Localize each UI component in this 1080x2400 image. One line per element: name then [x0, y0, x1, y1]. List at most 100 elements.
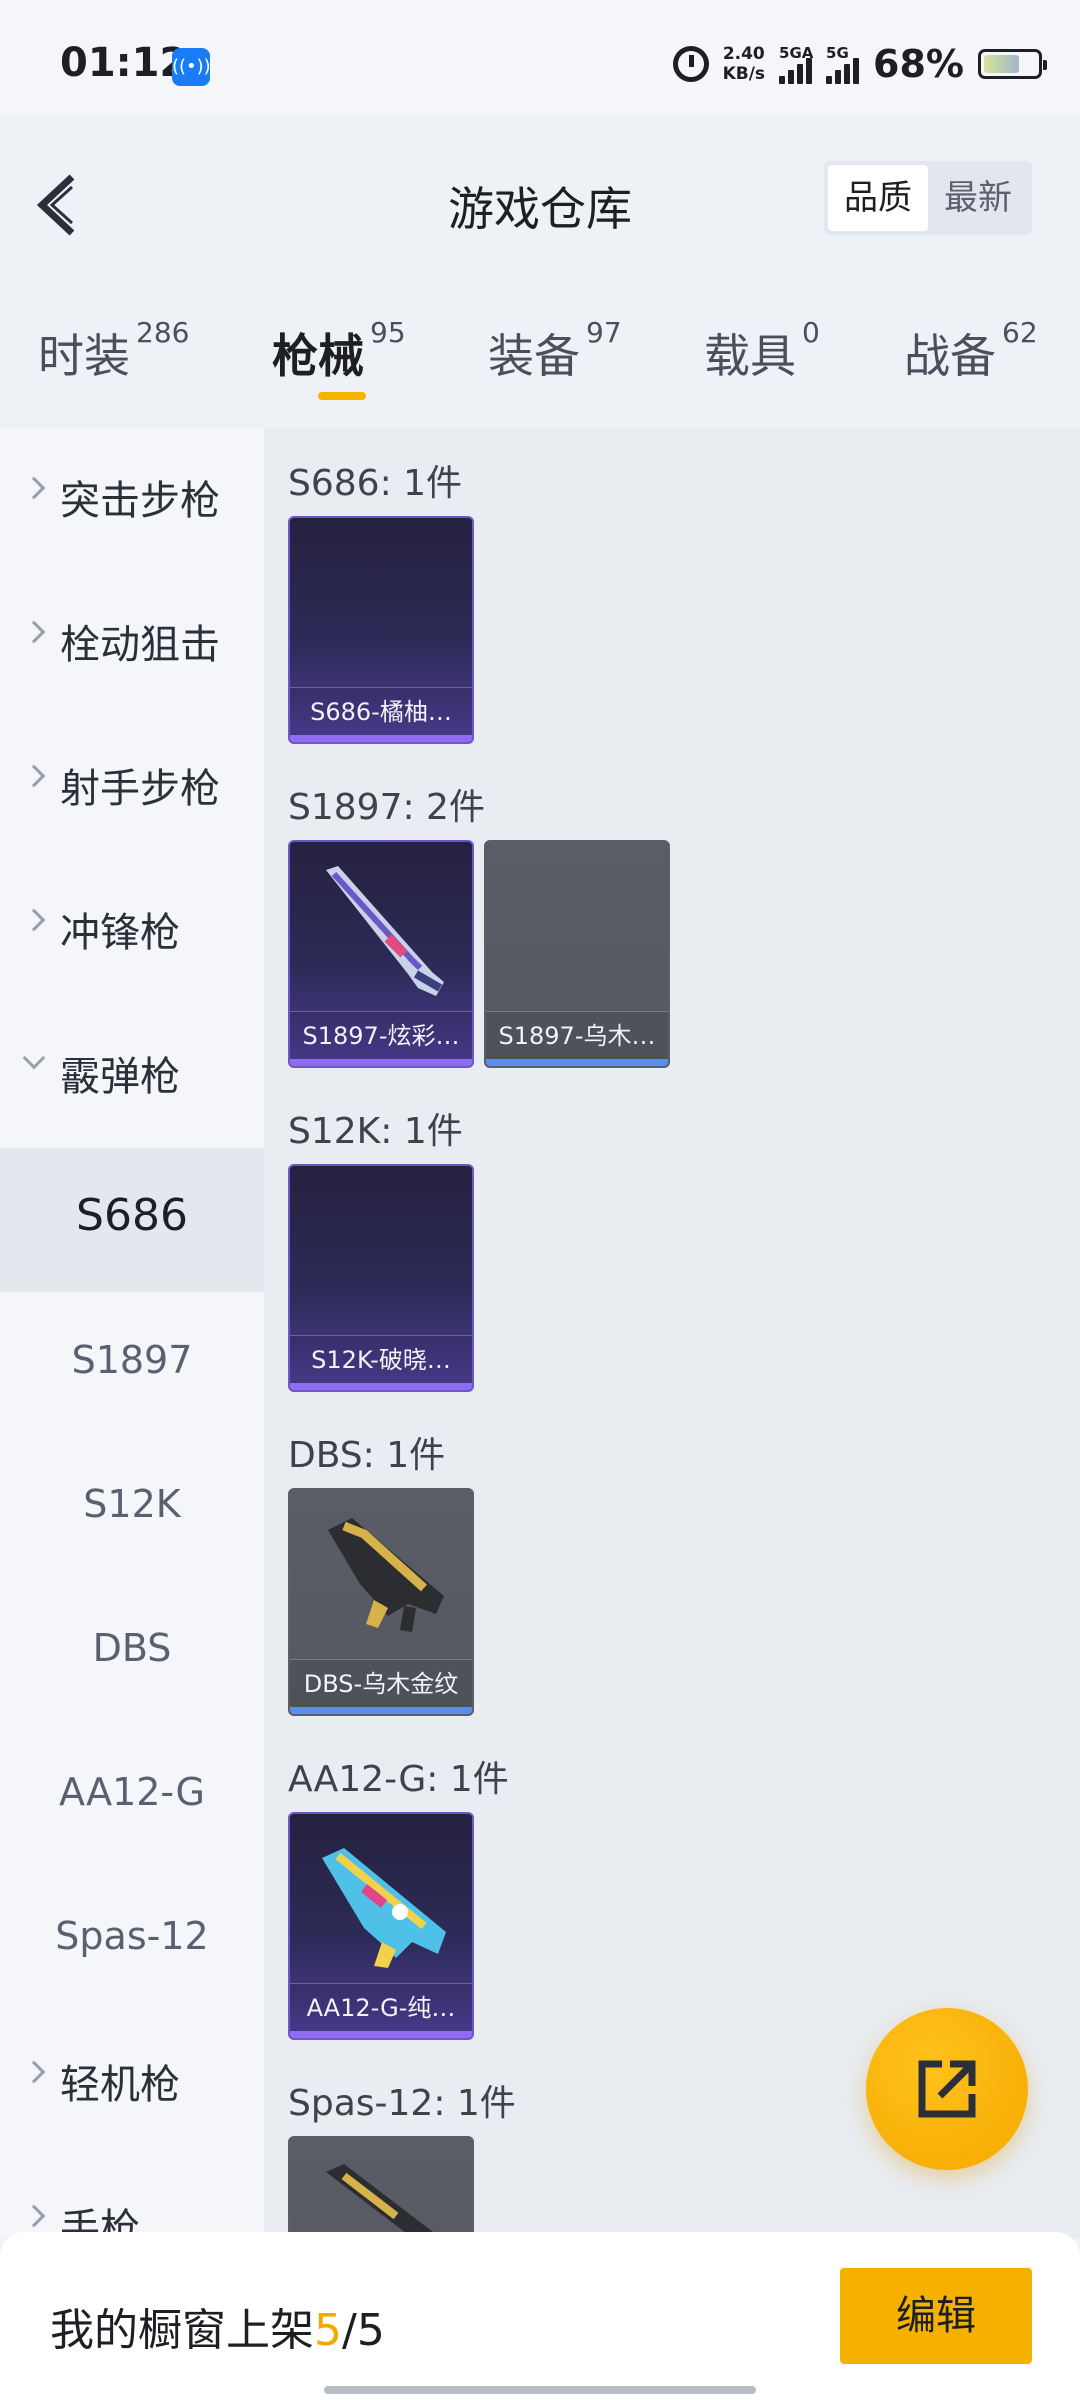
quality-bar — [290, 1059, 472, 1066]
tab-fashion[interactable]: 时装 286 — [38, 316, 189, 386]
tab-equipment[interactable]: 装备 97 — [488, 316, 622, 386]
group-title: AA12-G: 1件 — [288, 1759, 509, 1800]
sidebar-item-label: 轻机枪 — [60, 2062, 180, 2108]
tab-label: 枪械 — [272, 329, 364, 383]
sidebar-item-label: DBS — [92, 1626, 172, 1670]
tab-supplies[interactable]: 战备 62 — [904, 316, 1038, 386]
showcase-bar: 我的橱窗上架5/5 编辑 — [0, 2232, 1080, 2400]
app-header: 游戏仓库 品质 最新 — [0, 115, 1080, 285]
active-tab-indicator — [318, 392, 366, 400]
chevron-right-icon — [22, 476, 46, 500]
sidebar-item-label: 冲锋枪 — [60, 910, 180, 956]
weapon-card[interactable]: S1897-炫彩… — [288, 840, 474, 1068]
showcase-label: 我的橱窗上架 — [50, 2305, 314, 2356]
sort-latest-button[interactable]: 最新 — [928, 165, 1028, 231]
chevron-right-icon — [22, 2060, 46, 2084]
battery-icon — [978, 49, 1047, 79]
signal-sim2-icon: 5G — [826, 44, 860, 84]
sort-quality-button[interactable]: 品质 — [828, 165, 928, 231]
sidebar-item-lmg[interactable]: 轻机枪 — [0, 2012, 264, 2156]
home-indicator[interactable] — [324, 2386, 756, 2394]
tab-count: 286 — [136, 316, 190, 349]
sidebar-subitem-s1897[interactable]: S1897 — [0, 1292, 264, 1436]
sidebar-item-label: S1897 — [71, 1338, 193, 1382]
sidebar-item-bolt-sniper[interactable]: 栓动狙击 — [0, 572, 264, 716]
sidebar-item-label: S12K — [83, 1482, 181, 1526]
quality-bar — [290, 1707, 472, 1714]
tab-label: 战备 — [904, 329, 996, 383]
spas-gun-icon — [326, 2164, 441, 2238]
chevron-right-icon — [22, 764, 46, 788]
weapon-name: DBS-乌木金纹 — [290, 1659, 472, 1707]
quality-bar — [290, 2031, 472, 2038]
weapon-group-s686: S686: 1件 S686-橘柚… — [288, 454, 474, 744]
group-title: DBS: 1件 — [288, 1435, 446, 1476]
weapon-name: AA12-G-纯… — [290, 1983, 472, 2031]
tab-count: 95 — [370, 316, 406, 349]
sidebar-item-marksman-rifle[interactable]: 射手步枪 — [0, 716, 264, 860]
aa12-gun-icon — [322, 1848, 446, 1968]
sort-toggle: 品质 最新 — [824, 161, 1032, 235]
tab-label: 时装 — [38, 329, 130, 383]
sidebar-item-label: AA12-G — [59, 1770, 205, 1814]
group-title: S12K: 1件 — [288, 1111, 463, 1152]
showcase-total-count: /5 — [342, 2305, 385, 2356]
chevron-down-icon — [22, 1046, 46, 1070]
sidebar-subitem-dbs[interactable]: DBS — [0, 1580, 264, 1724]
weapon-name: S1897-炫彩… — [290, 1011, 472, 1059]
weapon-name: S1897-乌木… — [486, 1011, 668, 1059]
weapon-name: S686-橘柚… — [290, 687, 472, 735]
sidebar-subitem-spas12[interactable]: Spas-12 — [0, 1868, 264, 2012]
sidebar-subitem-aa12g[interactable]: AA12-G — [0, 1724, 264, 1868]
weapon-group-s12k: S12K: 1件 S12K-破晓… — [288, 1102, 474, 1392]
category-tabs: 时装 286 枪械 95 装备 97 载具 0 战备 62 — [0, 300, 1080, 425]
weapon-card[interactable]: S12K-破晓… — [288, 1164, 474, 1392]
weapon-group-dbs: DBS: 1件 DBS-乌木金纹 — [288, 1426, 474, 1716]
weapon-card[interactable] — [288, 2136, 474, 2238]
sidebar-item-smg[interactable]: 冲锋枪 — [0, 860, 264, 1004]
quality-bar — [486, 1059, 668, 1066]
share-external-icon — [918, 2060, 976, 2118]
net-speed-unit: KB/s — [722, 64, 766, 84]
net-speed-value: 2.40 — [722, 44, 765, 64]
sidebar-item-assault-rifle[interactable]: 突击步枪 — [0, 428, 264, 572]
back-button[interactable] — [28, 165, 88, 245]
sidebar-subitem-s686[interactable]: S686 — [0, 1148, 264, 1292]
weapon-card[interactable]: DBS-乌木金纹 — [288, 1488, 474, 1716]
status-right-cluster: 2.40 KB/s 5GA 5G 68% — [672, 38, 1047, 90]
weapon-card[interactable]: S1897-乌木… — [484, 840, 670, 1068]
hotspot-icon: ((•)) — [172, 48, 211, 86]
showcase-current-count: 5 — [314, 2305, 342, 2356]
sidebar-item-shotgun[interactable]: 霰弹枪 — [0, 1004, 264, 1148]
battery-percent: 68% — [873, 42, 964, 86]
dbs-gun-icon — [328, 1518, 444, 1632]
weapon-type-sidebar: 突击步枪 栓动狙击 射手步枪 冲锋枪 霰弹枪 S686 S1897 S12K D… — [0, 428, 264, 2238]
group-title: S1897: 2件 — [288, 787, 485, 828]
tab-count: 62 — [1002, 316, 1038, 349]
shotgun-icon — [326, 866, 444, 996]
weapon-name: S12K-破晓… — [290, 1335, 472, 1383]
sidebar-item-label: S686 — [76, 1190, 188, 1241]
sidebar-subitem-s12k[interactable]: S12K — [0, 1436, 264, 1580]
tab-label: 载具 — [704, 329, 796, 383]
back-arrow-icon — [36, 174, 75, 236]
group-title: S686: 1件 — [288, 463, 463, 504]
sidebar-item-label: 栓动狙击 — [60, 622, 220, 668]
group-title: Spas-12: 1件 — [288, 2083, 516, 2124]
tab-label: 装备 — [488, 329, 580, 383]
tab-firearms[interactable]: 枪械 95 — [272, 316, 406, 400]
chevron-right-icon — [22, 908, 46, 932]
sidebar-item-label: 射手步枪 — [60, 766, 220, 812]
showcase-status: 我的橱窗上架5/5 — [50, 2294, 385, 2358]
sidebar-item-pistol[interactable]: 手枪 — [0, 2156, 264, 2238]
edit-button[interactable]: 编辑 — [840, 2268, 1032, 2364]
alarm-icon — [672, 46, 709, 82]
weapon-card[interactable]: AA12-G-纯… — [288, 1812, 474, 2040]
tab-vehicles[interactable]: 载具 0 — [704, 316, 820, 386]
tab-count: 0 — [802, 316, 820, 349]
share-button[interactable] — [866, 2008, 1028, 2170]
tab-count: 97 — [586, 316, 622, 349]
status-bar: 01:12 ((•)) 2.40 KB/s 5GA 5G 68% — [0, 0, 1080, 115]
weapon-card[interactable]: S686-橘柚… — [288, 516, 474, 744]
chevron-right-icon — [22, 620, 46, 644]
